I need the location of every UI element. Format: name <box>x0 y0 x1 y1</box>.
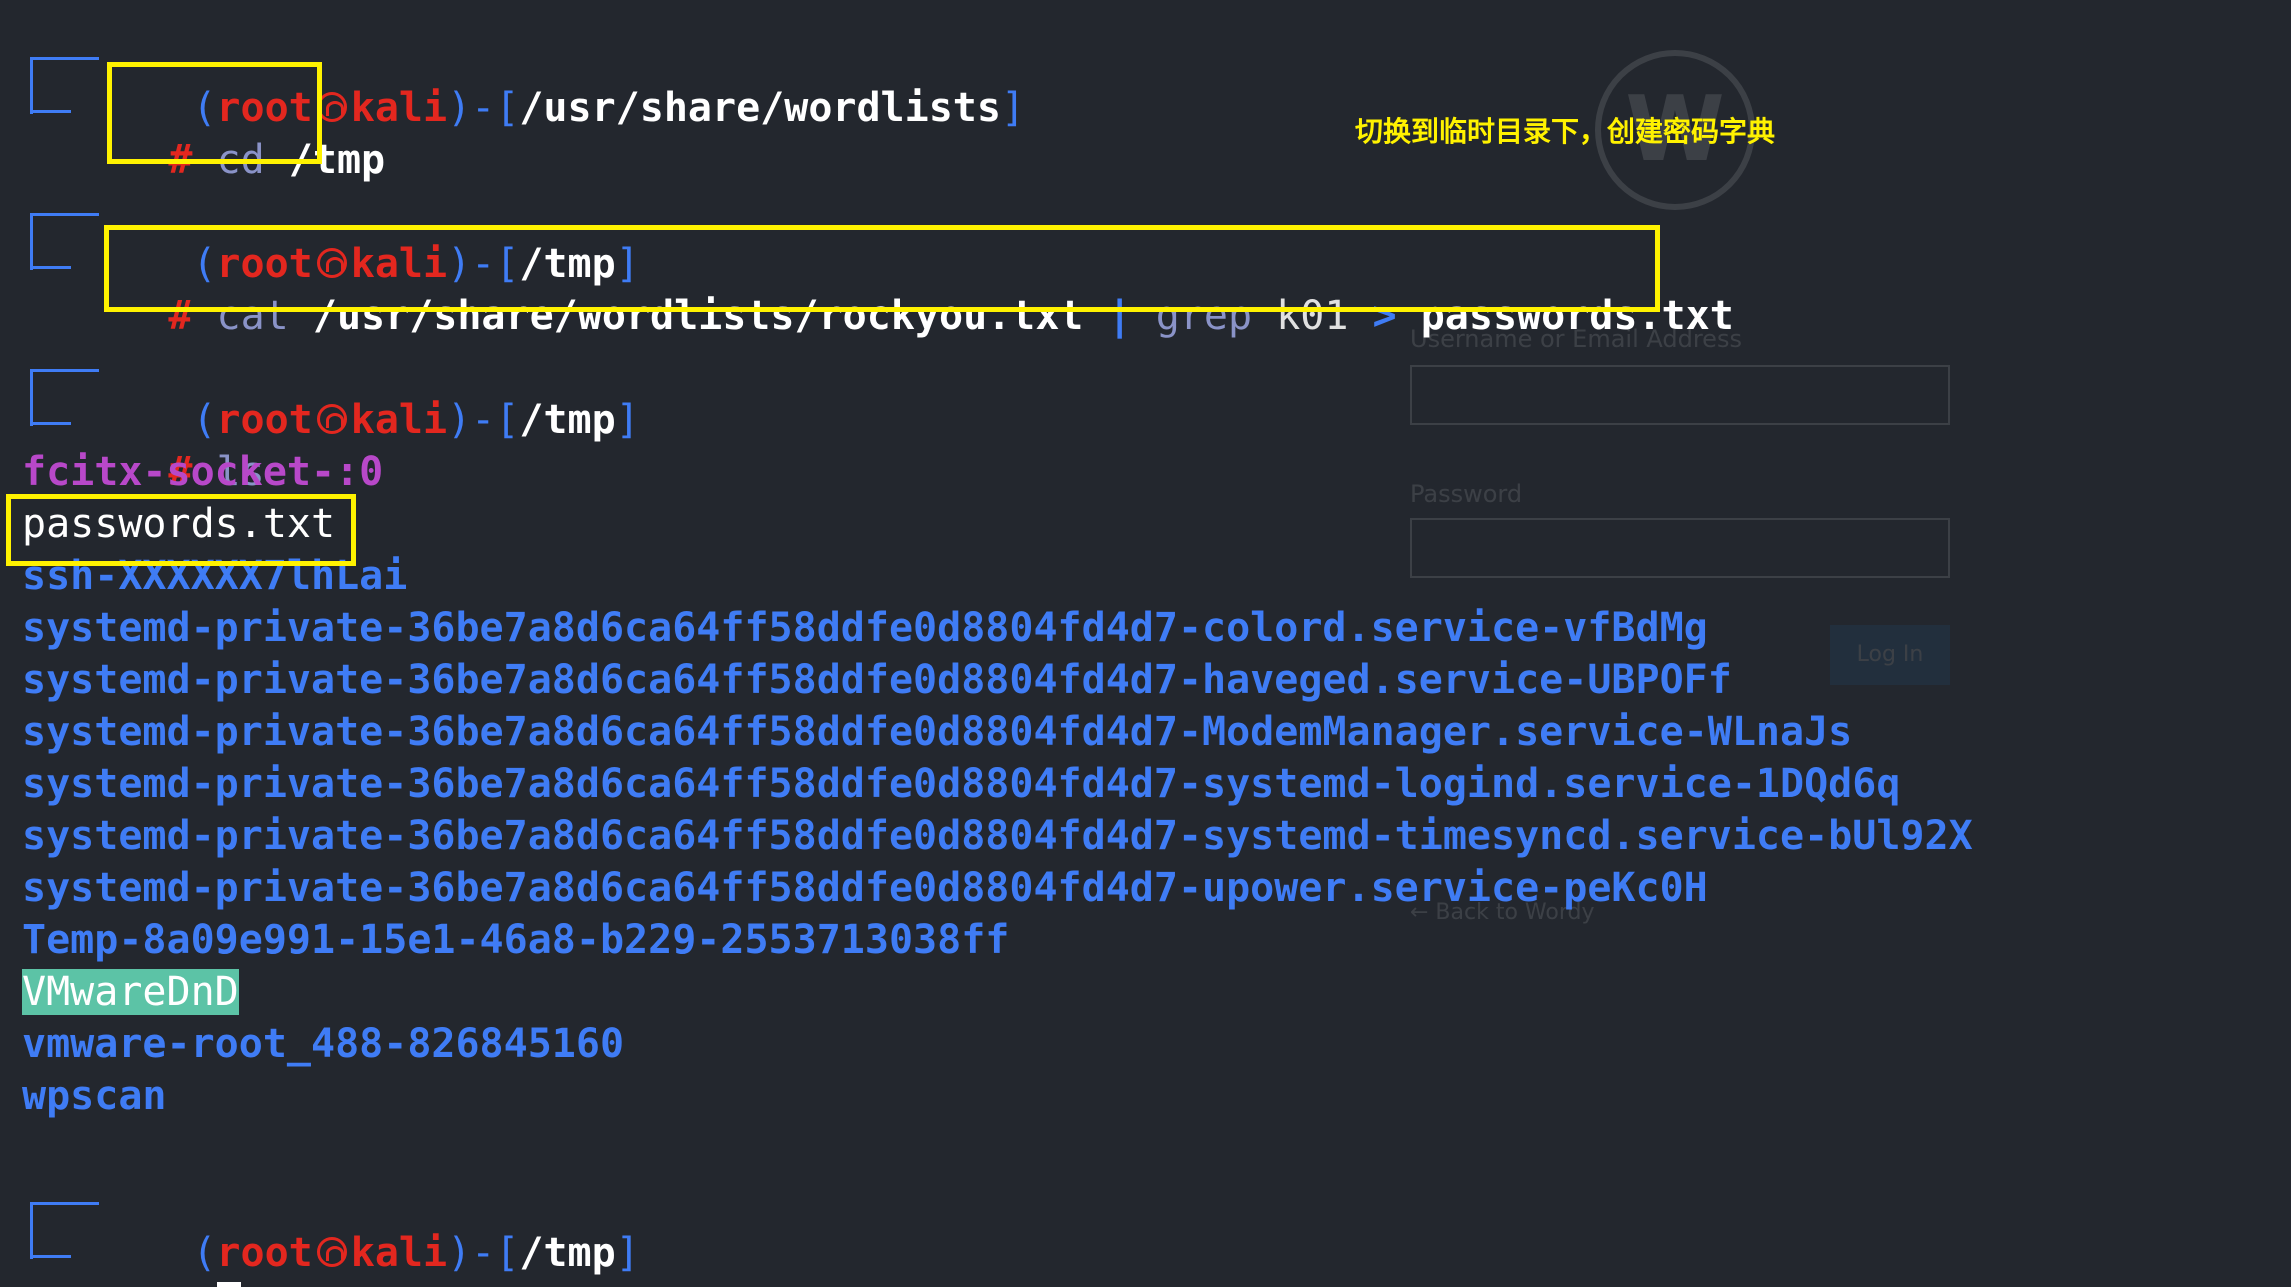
kali-skull-icon <box>316 404 347 434</box>
prompt-line: (root kali)-[/tmp] <box>96 1175 639 1276</box>
ls-entry-dir: vmware-root_488-826845160 <box>22 1021 625 1067</box>
prompt-path: /tmp <box>519 397 616 443</box>
prompt-mid: )-[ <box>447 397 520 443</box>
username-field <box>1410 365 1950 425</box>
ls-entry-dir: systemd-private-36be7a8d6ca64ff58ddfe0d8… <box>22 709 1853 755</box>
terminal-window[interactable]: W Username or Email Address Password Log… <box>0 0 2291 1287</box>
highlight-box-passwords-file <box>6 494 356 566</box>
ls-entry-dir-highlighted: VMwareDnD <box>22 966 239 1018</box>
prompt-bracket-bottom <box>30 1227 71 1258</box>
prompt-close: ] <box>1000 85 1026 131</box>
ls-entry-dir: wpscan <box>22 1073 167 1119</box>
prompt-line: (root kali)-[/tmp] <box>96 342 639 443</box>
text-cursor[interactable] <box>216 1282 241 1287</box>
password-field <box>1410 518 1950 578</box>
command-line: # ls <box>72 394 264 495</box>
prompt-mid: )-[ <box>447 1230 520 1276</box>
prompt-path: /tmp <box>519 1230 616 1276</box>
prompt-mid: )-[ <box>447 85 520 131</box>
ls-entry-dir: systemd-private-36be7a8d6ca64ff58ddfe0d8… <box>22 605 1708 651</box>
ls-entry-dir: systemd-private-36be7a8d6ca64ff58ddfe0d8… <box>22 865 1708 911</box>
ls-entry-socket: fcitx-socket-:0 <box>22 449 384 495</box>
prompt-close: ] <box>615 1230 640 1276</box>
kali-skull-icon <box>316 1237 347 1267</box>
prompt-bracket-bottom <box>30 238 71 269</box>
prompt-host: kali <box>350 1230 448 1276</box>
prompt-bracket-bottom <box>30 82 71 113</box>
prompt-hash: # <box>168 1282 192 1287</box>
ls-entry-dir: systemd-private-36be7a8d6ca64ff58ddfe0d8… <box>22 761 1901 807</box>
ls-entry-dir: systemd-private-36be7a8d6ca64ff58ddfe0d8… <box>22 813 1973 859</box>
prompt-bracket-bottom <box>30 394 71 425</box>
annotation-text: 切换到临时目录下，创建密码字典 <box>1355 115 1776 148</box>
prompt-close: ] <box>615 397 640 443</box>
command-input-line[interactable]: # <box>72 1227 241 1287</box>
password-label: Password <box>1410 480 1523 508</box>
highlight-box-cat-command <box>104 225 1660 312</box>
prompt-host: kali <box>350 397 448 443</box>
ls-entry-vmwarednd: VMwareDnD <box>22 969 239 1015</box>
login-button: Log In <box>1830 625 1950 685</box>
highlight-box-cd-command <box>107 62 322 164</box>
ls-entry-dir: Temp-8a09e991-15e1-46a8-b229-2553713038f… <box>22 917 1010 963</box>
ls-entry-dir: systemd-private-36be7a8d6ca64ff58ddfe0d8… <box>22 657 1732 703</box>
prompt-path: /usr/share/wordlists <box>519 85 1001 131</box>
